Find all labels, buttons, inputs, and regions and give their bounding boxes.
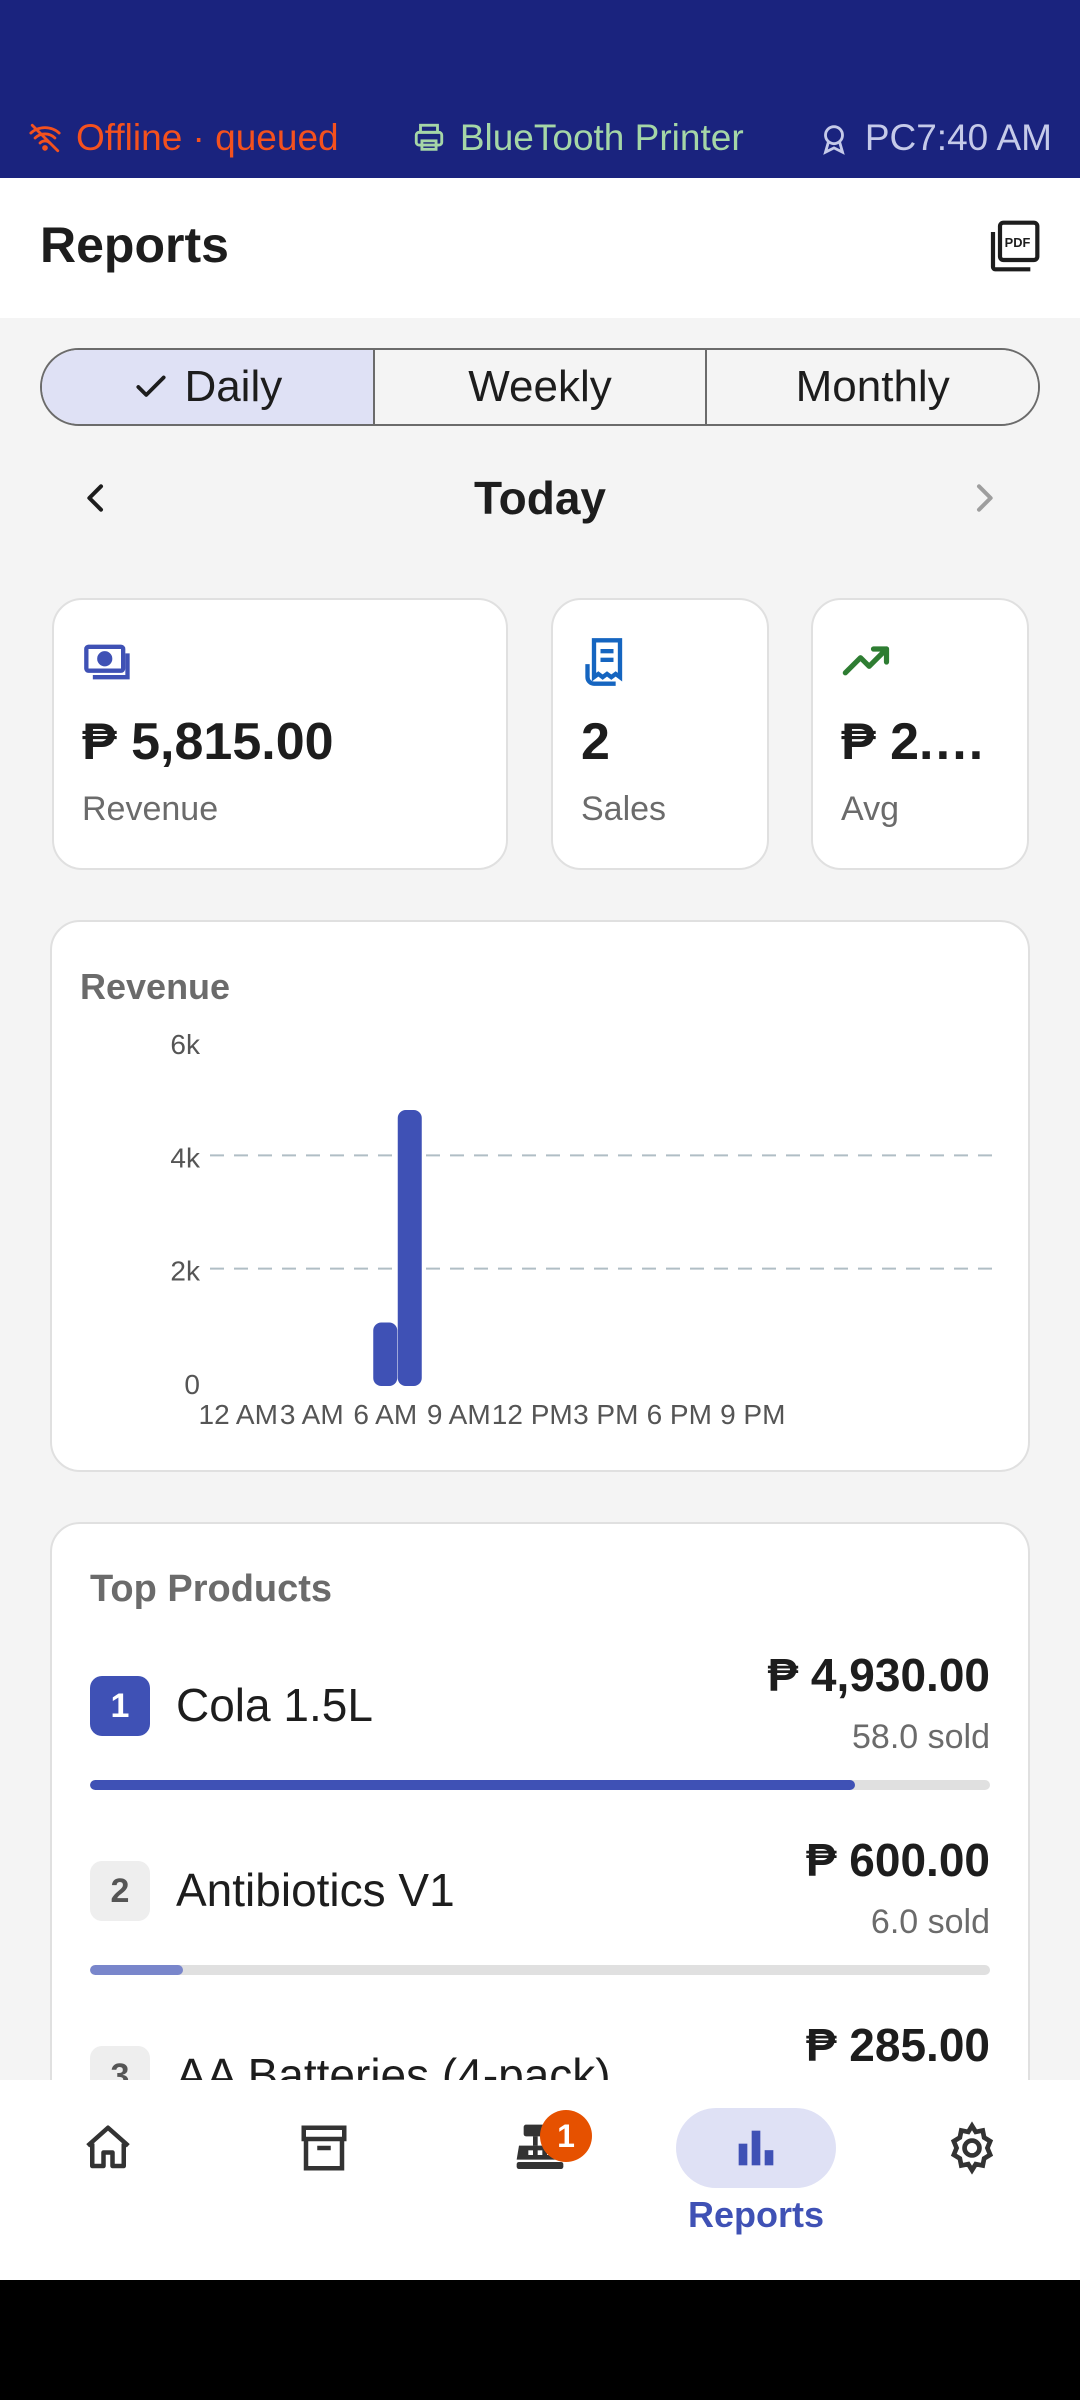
rank-badge: 2 xyxy=(90,1861,150,1921)
product-row[interactable]: 2 Antibiotics V1 ₱ 600.00 6.0 sold xyxy=(90,1829,990,1989)
y-tick-label: 4k xyxy=(170,1142,201,1173)
x-tick-label: 9 PM xyxy=(720,1399,785,1430)
product-amount: ₱ 600.00 xyxy=(805,1834,990,1886)
chevron-left-icon xyxy=(87,484,103,512)
nav-settings-icon-wrap xyxy=(892,2108,1052,2188)
chart-bar xyxy=(373,1322,398,1386)
product-sold: 58.0 sold xyxy=(852,1718,990,1756)
x-tick-label: 3 AM xyxy=(280,1399,344,1430)
status-bar: Offline · queued BlueTooth Printer PC7:4… xyxy=(0,0,1080,178)
sales-stat-card: 2 Sales xyxy=(551,598,769,870)
x-tick-label: 12 PM xyxy=(492,1399,573,1430)
rank-badge: 1 xyxy=(90,1676,150,1736)
pc-status: PC7:40 AM xyxy=(817,117,1052,159)
period-title: Today xyxy=(473,472,607,524)
revenue-label: Revenue xyxy=(82,790,219,828)
home-icon xyxy=(86,2125,130,2169)
y-tick-label: 6k xyxy=(170,1029,201,1060)
previous-period-button[interactable] xyxy=(60,462,132,534)
date-navigator: Today xyxy=(60,462,1020,534)
chart-bar xyxy=(397,1110,422,1386)
sales-value: 2 xyxy=(581,713,610,771)
page-title: Reports xyxy=(40,217,229,273)
sales-label: Sales xyxy=(581,790,667,828)
nav-home-icon-wrap xyxy=(28,2108,188,2188)
picture-as-pdf-icon: PDF xyxy=(990,220,1040,272)
avg-stat-card: ₱ 2.… Avg xyxy=(811,598,1029,870)
offline-status[interactable]: Offline · queued xyxy=(28,117,339,159)
printer-text: BlueTooth Printer xyxy=(459,117,744,158)
y-tick-label: 0 xyxy=(184,1369,200,1400)
top-products-title: Top Products xyxy=(90,1568,333,1610)
period-selector: Daily Weekly Monthly xyxy=(40,348,1040,426)
x-tick-label: 6 PM xyxy=(647,1399,712,1430)
bottom-navigation: 1 Reports xyxy=(0,2080,1080,2280)
product-share-bar xyxy=(90,1780,990,1790)
tab-daily[interactable]: Daily xyxy=(42,350,373,424)
system-navigation-bar xyxy=(0,2280,1080,2400)
tab-weekly[interactable]: Weekly xyxy=(372,350,706,424)
nav-inventory[interactable] xyxy=(216,2080,432,2280)
tab-daily-label: Daily xyxy=(184,362,283,411)
tab-weekly-label: Weekly xyxy=(468,362,612,411)
status-row: Offline · queued BlueTooth Printer PC7:4… xyxy=(28,110,1052,166)
nav-settings[interactable] xyxy=(864,2080,1080,2280)
inventory-icon xyxy=(301,2125,347,2171)
product-amount: ₱ 285.00 xyxy=(805,2019,990,2071)
receipt-icon xyxy=(585,638,623,686)
avg-value: ₱ 2.… xyxy=(841,713,986,771)
export-pdf-button[interactable]: PDF xyxy=(982,214,1046,278)
product-share-fill xyxy=(90,1780,855,1790)
printer-status[interactable]: BlueTooth Printer xyxy=(412,117,744,159)
verified-badge-icon xyxy=(823,125,845,155)
product-row[interactable]: 1 Cola 1.5L ₱ 4,930.00 58.0 sold xyxy=(90,1644,990,1804)
x-tick-label: 9 AM xyxy=(427,1399,491,1430)
product-amount: ₱ 4,930.00 xyxy=(767,1649,990,1701)
chevron-right-icon xyxy=(977,484,993,512)
revenue-value: ₱ 5,815.00 xyxy=(82,713,334,771)
x-tick-label: 6 AM xyxy=(353,1399,417,1430)
pc-text: PC xyxy=(864,117,917,158)
tab-monthly[interactable]: Monthly xyxy=(705,350,1038,424)
app-bar: Reports PDF xyxy=(0,178,1080,318)
next-period-button[interactable] xyxy=(948,462,1020,534)
trending-up-icon xyxy=(842,646,890,676)
x-tick-label: 12 AM xyxy=(199,1399,278,1430)
nav-reports[interactable]: Reports xyxy=(648,2080,864,2280)
x-tick-label: 3 PM xyxy=(573,1399,638,1430)
tab-monthly-label: Monthly xyxy=(795,362,950,411)
nav-pos-icon-wrap: 1 xyxy=(460,2108,620,2188)
payments-icon xyxy=(84,644,130,680)
y-tick-label: 2k xyxy=(170,1256,201,1287)
clock: 7:40 AM xyxy=(916,117,1052,158)
product-share-fill xyxy=(90,1965,183,1975)
check-icon xyxy=(136,375,167,397)
revenue-bar-chart: 0 2k 4k 6k 12 AM 3 AM 6 AM 9 AM 12 PM 3 PM 6 PM 9 P… xyxy=(170,1029,1002,1430)
nav-reports-icon-wrap xyxy=(676,2108,836,2188)
printer-icon xyxy=(414,123,443,151)
svg-text:PDF: PDF xyxy=(1005,235,1031,250)
revenue-stat-card: ₱ 5,815.00 Revenue xyxy=(52,598,508,870)
settings-icon xyxy=(950,2121,994,2175)
wifi-off-icon xyxy=(29,123,61,153)
product-sold: 6.0 sold xyxy=(870,1903,990,1941)
product-share-bar xyxy=(90,1965,990,1975)
nav-reports-label: Reports xyxy=(687,2194,825,2235)
product-name: Cola 1.5L xyxy=(176,1679,373,1731)
nav-home[interactable] xyxy=(0,2080,216,2280)
pos-badge: 1 xyxy=(540,2110,592,2162)
offline-text: Offline · queued xyxy=(76,117,339,158)
avg-label: Avg xyxy=(841,790,899,828)
bar-chart-icon xyxy=(738,2130,774,2166)
nav-inventory-icon-wrap xyxy=(244,2108,404,2188)
nav-pos[interactable]: 1 xyxy=(432,2080,648,2280)
revenue-chart-card: Revenue 0 2k 4k 6k 12 AM 3 AM 6 AM 9 AM 12 PM 3 P… xyxy=(50,920,1030,1472)
product-name: Antibiotics V1 xyxy=(176,1864,455,1916)
